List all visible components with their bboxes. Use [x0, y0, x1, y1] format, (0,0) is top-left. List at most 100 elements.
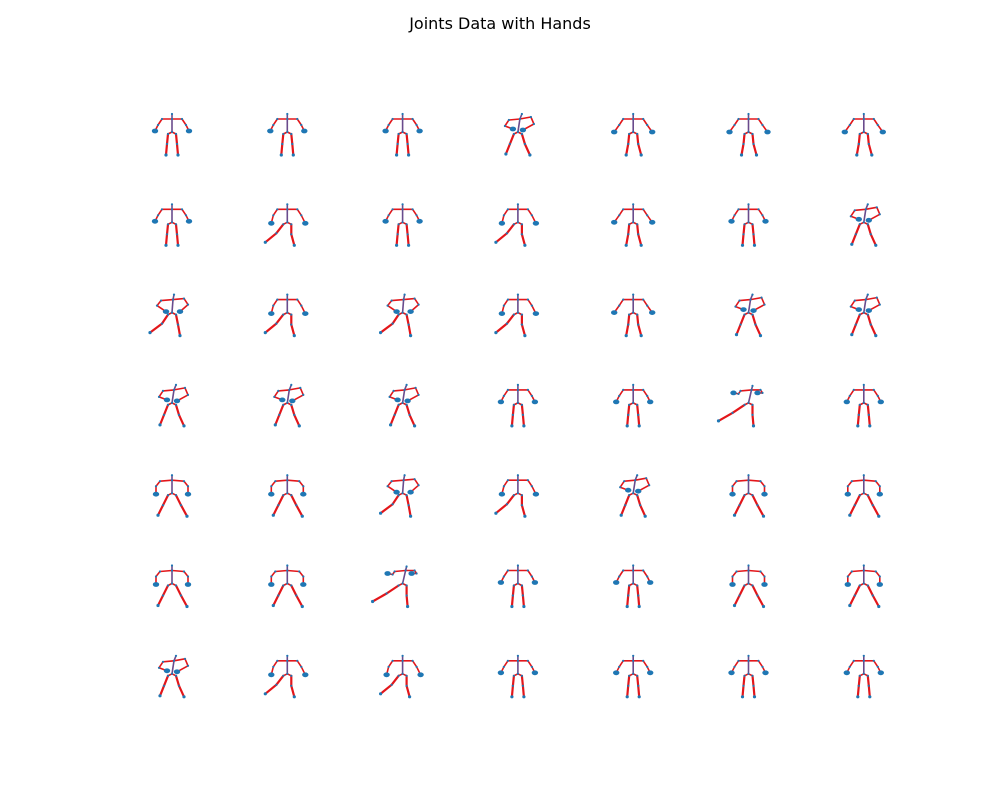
joint-wrR — [417, 672, 424, 678]
joint-elL — [387, 123, 390, 127]
joint-elR — [878, 575, 881, 578]
joint-shR — [760, 296, 763, 299]
bone-knR-anR — [179, 504, 189, 518]
bone-hipL-knL — [162, 674, 170, 687]
joint-wrR — [865, 308, 872, 313]
bone-hipR-knR — [174, 674, 181, 687]
joint-hipL — [628, 313, 631, 316]
joint-knL — [857, 684, 860, 687]
joint-hipR — [866, 403, 869, 406]
joint-shL — [737, 117, 740, 121]
joint-wrL — [268, 672, 275, 678]
joint-shL — [622, 298, 625, 301]
bone-knL-anL — [510, 684, 515, 698]
joint-shR — [296, 208, 299, 211]
bone-hipL-knL — [627, 313, 631, 326]
joint-elL — [731, 485, 734, 488]
joint-elR — [646, 123, 649, 127]
joint-wrR — [300, 491, 307, 497]
joint-shR — [875, 206, 878, 209]
bone-hipR-knR — [405, 132, 409, 146]
bone-hipR-knR — [174, 313, 180, 326]
joint-knR — [523, 142, 526, 146]
bone-knL-anL — [848, 594, 856, 607]
joint-shL — [737, 659, 740, 662]
joint-head — [632, 112, 635, 116]
bone-knL-anL — [379, 322, 394, 334]
bone-knL-anL — [856, 413, 860, 427]
joint-anL — [850, 333, 854, 337]
joint-wrR — [407, 309, 414, 314]
joint-knL — [385, 592, 388, 595]
joint-anL — [625, 695, 629, 699]
joint-hipR — [866, 674, 869, 677]
joint-shR — [757, 117, 760, 121]
joint-hipL — [743, 494, 746, 497]
joint-wrL — [268, 220, 275, 226]
joint-pelvis — [747, 492, 750, 495]
bone-neck-shR — [286, 479, 301, 483]
joint-knL — [165, 142, 169, 146]
bone-hipR-knR — [520, 674, 525, 687]
joint-wrL — [497, 580, 505, 585]
joint-knL — [742, 142, 745, 146]
joint-knL — [627, 233, 630, 236]
skeleton-3-7 — [849, 293, 881, 338]
joint-shR — [411, 208, 414, 211]
bone-hipR-knR — [174, 223, 179, 236]
skeleton-2-3 — [382, 203, 423, 247]
bone-hipR-knR — [866, 403, 870, 416]
joint-shR — [757, 208, 760, 211]
joint-hipR — [751, 494, 754, 497]
joint-neck — [632, 298, 635, 301]
joint-anR — [176, 153, 180, 157]
joint-anL — [379, 331, 383, 335]
bone-knL-anL — [733, 504, 741, 517]
joint-shL — [161, 389, 165, 392]
joint-anR — [761, 604, 766, 609]
bone-knR-anR — [177, 413, 186, 427]
joint-shR — [299, 386, 302, 389]
joint-wrL — [855, 216, 862, 222]
bone-knR-anR — [520, 323, 527, 337]
joint-wrR — [404, 398, 411, 404]
bone-hipL-knL — [742, 223, 746, 236]
joint-knL — [627, 594, 630, 597]
bone-hipL-knL — [854, 313, 861, 326]
joint-hipL — [743, 313, 746, 316]
joint-anR — [522, 424, 526, 428]
skeleton-2-6 — [728, 203, 769, 247]
joint-hipL — [166, 223, 170, 226]
joint-hipL — [743, 132, 746, 136]
joint-anL — [379, 511, 383, 515]
joint-neck — [516, 659, 519, 662]
joint-knR — [290, 684, 293, 687]
joint-knL — [275, 322, 278, 325]
joint-pelvis — [516, 672, 519, 675]
skeleton-4-7 — [843, 383, 884, 428]
bone-knR-anR — [867, 684, 871, 698]
joint-hipL — [743, 674, 746, 677]
joint-hipL — [282, 132, 285, 136]
joint-elR — [302, 393, 305, 396]
bone-hipL-knL — [854, 223, 861, 236]
joint-knR — [290, 323, 293, 326]
bone-hipR-knR — [520, 403, 525, 416]
joint-elL — [848, 394, 851, 397]
joint-anR — [300, 604, 304, 609]
joint-wrR — [761, 491, 768, 497]
joint-knL — [281, 142, 284, 146]
joint-head — [170, 474, 174, 477]
joint-elL — [156, 123, 160, 127]
joint-anL — [279, 153, 283, 157]
joint-knL — [738, 504, 741, 507]
bone-hipL-knL — [505, 313, 516, 325]
joint-shR — [413, 569, 416, 572]
bone-knR-anR — [637, 233, 643, 247]
joint-wrR — [173, 669, 181, 675]
bone-hipL-knL — [277, 584, 285, 597]
bone-neck-pelvis — [401, 569, 407, 585]
joint-hipL — [282, 494, 285, 497]
joint-neck — [516, 569, 519, 572]
joint-neck — [864, 298, 867, 301]
